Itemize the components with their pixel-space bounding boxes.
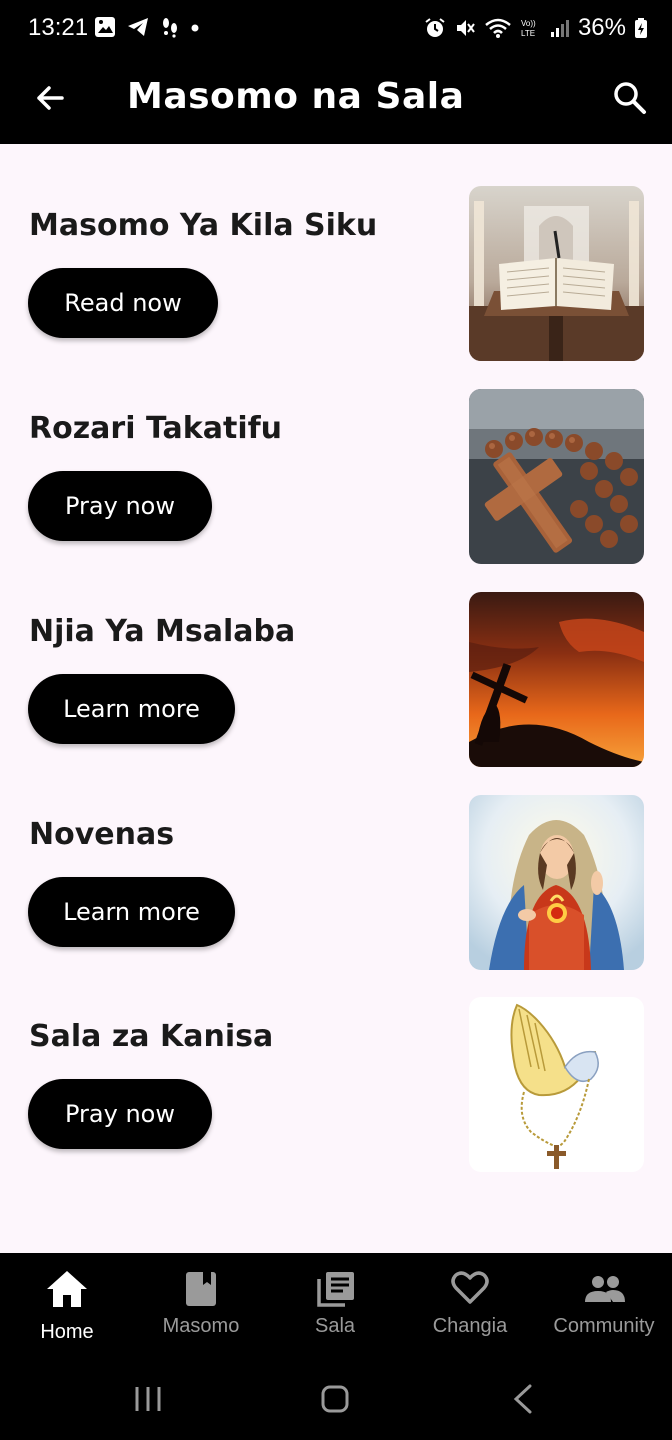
app-bar: Masomo na Sala	[0, 58, 672, 144]
card-title: Sala za Kanisa	[29, 1019, 274, 1054]
people-icon	[585, 1276, 625, 1302]
system-navigation-bar	[0, 1360, 672, 1440]
telegram-icon	[128, 18, 148, 36]
card-image-mary[interactable]	[469, 795, 644, 970]
read-now-button[interactable]: Read now	[28, 268, 218, 338]
home-button-icon[interactable]	[321, 1385, 349, 1413]
card-njia: Njia Ya Msalaba Learn more	[0, 592, 672, 772]
nav-label-masomo: Masomo	[162, 1315, 240, 1337]
card-image-praying-hands[interactable]	[469, 997, 644, 1172]
signal-icon	[550, 20, 569, 37]
nav-sala[interactable]: Sala	[268, 1253, 402, 1363]
pray-now-button[interactable]: Pray now	[28, 471, 212, 541]
library-books-icon	[317, 1272, 354, 1307]
nav-label-sala: Sala	[314, 1315, 356, 1337]
battery-icon	[635, 18, 647, 38]
heart-icon	[451, 1271, 489, 1304]
card-title: Rozari Takatifu	[29, 411, 283, 446]
nav-masomo[interactable]: Masomo	[134, 1253, 268, 1363]
nav-label-community: Community	[553, 1315, 655, 1337]
learn-more-button[interactable]: Learn more	[28, 877, 235, 947]
wifi-icon	[485, 18, 511, 38]
alarm-icon	[425, 18, 445, 37]
nav-changia[interactable]: Changia	[403, 1253, 537, 1363]
volte-icon: Vo))LTE	[521, 19, 536, 38]
recent-apps-icon[interactable]	[134, 1385, 162, 1413]
nav-community[interactable]: Community	[537, 1253, 671, 1363]
gallery-icon	[95, 17, 115, 37]
footsteps-icon	[163, 18, 177, 38]
nav-home[interactable]: Home	[0, 1253, 134, 1363]
card-sala: Sala za Kanisa Pray now	[0, 997, 672, 1177]
card-masomo: Masomo Ya Kila Siku Read now	[0, 186, 672, 366]
learn-more-button[interactable]: Learn more	[28, 674, 235, 744]
status-time: 13:21	[28, 14, 89, 41]
search-icon[interactable]	[610, 78, 650, 118]
svg-text:Vo)): Vo))	[521, 19, 536, 28]
dot-icon	[191, 24, 199, 32]
battery-percent: 36%	[577, 14, 626, 41]
mute-icon	[456, 20, 475, 36]
card-title: Novenas	[29, 817, 175, 852]
notification-icons	[94, 16, 200, 38]
card-image-rosary[interactable]	[469, 389, 644, 564]
svg-text:LTE: LTE	[521, 29, 535, 38]
nav-label-changia: Changia	[432, 1315, 508, 1337]
card-title: Masomo Ya Kila Siku	[29, 208, 378, 243]
system-icons: Vo)) LTE 36%	[424, 14, 648, 42]
card-image-cross-sunset[interactable]	[469, 592, 644, 767]
card-image-bible[interactable]	[469, 186, 644, 361]
status-bar: 13:21 Vo)) LTE 36%	[0, 0, 672, 58]
card-rozari: Rozari Takatifu Pray now	[0, 389, 672, 569]
back-arrow-icon[interactable]	[32, 80, 68, 116]
book-icon	[186, 1272, 216, 1306]
home-icon	[47, 1271, 87, 1307]
page-title: Masomo na Sala	[127, 76, 465, 117]
nav-label-home: Home	[40, 1321, 94, 1343]
pray-now-button[interactable]: Pray now	[28, 1079, 212, 1149]
card-title: Njia Ya Msalaba	[29, 614, 296, 649]
card-novenas: Novenas Learn more	[0, 795, 672, 975]
back-nav-icon[interactable]	[512, 1384, 534, 1414]
